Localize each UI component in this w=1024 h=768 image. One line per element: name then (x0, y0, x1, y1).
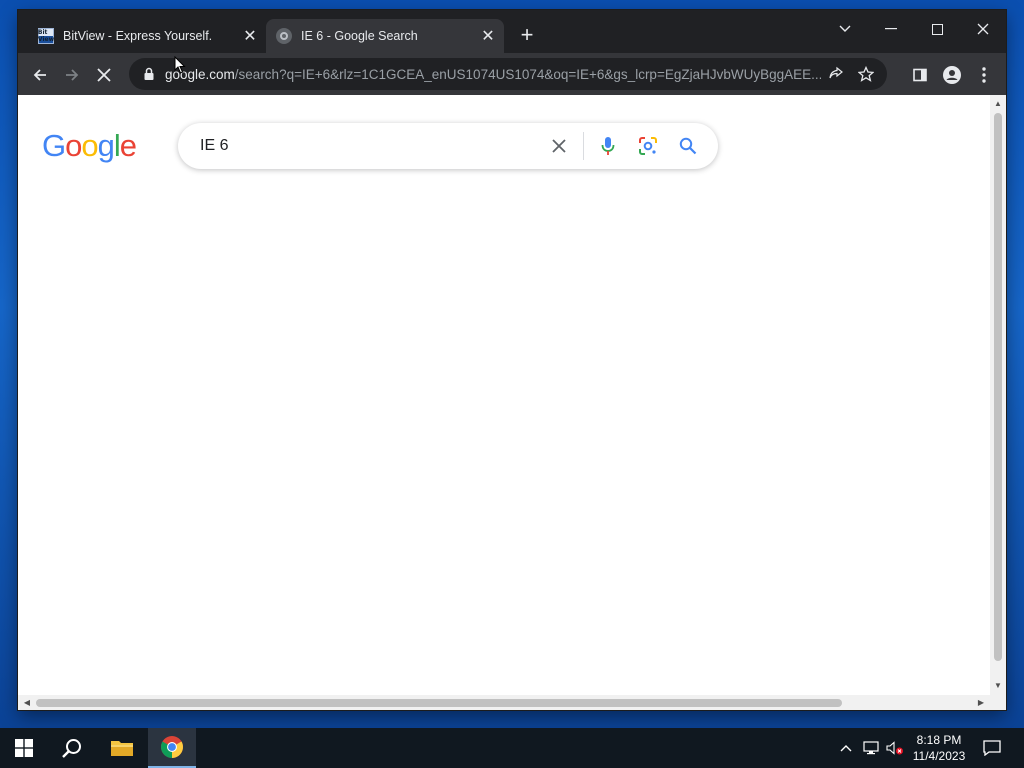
scroll-down-arrow-icon[interactable]: ▼ (990, 679, 1006, 693)
logo-letter: o (65, 128, 82, 163)
logo-letter: o (81, 128, 98, 163)
search-divider (583, 132, 584, 160)
clock[interactable]: 8:18 PM 11/4/2023 (908, 728, 970, 768)
horizontal-scrollbar[interactable]: ◀ ▶ (18, 695, 1006, 710)
tab-close-icon[interactable]: ✕ (478, 26, 498, 46)
chrome-taskbar-button[interactable] (148, 728, 196, 768)
side-panel-icon[interactable] (906, 61, 934, 89)
file-explorer-button[interactable] (98, 728, 146, 768)
logo-letter: G (42, 128, 66, 163)
profile-avatar-icon[interactable] (938, 61, 966, 89)
tab-search-button[interactable] (822, 14, 868, 44)
back-button[interactable] (26, 61, 54, 89)
stop-loading-button[interactable] (90, 61, 118, 89)
horizontal-scroll-thumb[interactable] (36, 699, 842, 707)
new-tab-button[interactable]: + (516, 24, 538, 47)
network-icon[interactable] (860, 728, 882, 768)
menu-kebab-icon[interactable] (970, 61, 998, 89)
bitview-icon: Bit View (37, 28, 55, 44)
show-hidden-icons-chevron-icon[interactable] (836, 728, 856, 768)
tab-strip: Bit View BitView - Express Yourself. ✕ I… (18, 10, 1006, 53)
tab-title: BitView - Express Yourself. (63, 29, 213, 43)
tab-close-icon[interactable]: ✕ (240, 26, 260, 46)
maximize-button[interactable] (914, 14, 960, 44)
url-path: /search?q=IE+6&rlz=1C1GCEA_enUS1074US107… (234, 66, 821, 82)
loading-google-icon (276, 28, 292, 44)
forward-button[interactable] (58, 61, 86, 89)
tab-google-search[interactable]: IE 6 - Google Search ✕ (266, 19, 504, 53)
scroll-right-arrow-icon[interactable]: ▶ (974, 695, 988, 710)
address-bar[interactable]: google.com/search?q=IE+6&rlz=1C1GCEA_enU… (129, 58, 887, 90)
search-submit-icon[interactable] (668, 126, 708, 166)
chrome-icon (161, 736, 183, 758)
volume-muted-icon[interactable] (884, 728, 906, 768)
browser-window: Bit View BitView - Express Yourself. ✕ I… (18, 10, 1006, 710)
bookmark-star-icon[interactable] (851, 60, 881, 88)
voice-search-icon[interactable] (588, 126, 628, 166)
windows-taskbar: 8:18 PM 11/4/2023 (0, 728, 1024, 768)
taskbar-search-button[interactable] (48, 728, 96, 768)
vertical-scroll-thumb[interactable] (994, 113, 1002, 661)
google-lens-icon[interactable] (628, 126, 668, 166)
share-icon[interactable] (821, 60, 851, 88)
clock-time: 8:18 PM (916, 733, 962, 747)
search-icon (62, 739, 81, 758)
google-logo[interactable]: Google (42, 128, 137, 164)
search-box[interactable] (178, 123, 718, 169)
mouse-cursor-icon (174, 56, 186, 74)
logo-letter: e (119, 128, 137, 163)
lock-icon (144, 67, 154, 80)
tab-bitview[interactable]: Bit View BitView - Express Yourself. ✕ (28, 19, 266, 53)
page-content: Google (18, 95, 990, 695)
clear-search-icon[interactable] (539, 126, 579, 166)
notification-icon (983, 740, 1001, 756)
clock-date: 11/4/2023 (912, 749, 966, 763)
close-window-button[interactable] (960, 14, 1006, 44)
windows-logo-icon (15, 739, 33, 757)
search-input[interactable] (200, 137, 539, 155)
vertical-scrollbar[interactable]: ▲ ▼ (990, 95, 1006, 695)
scroll-left-arrow-icon[interactable]: ◀ (20, 695, 34, 710)
action-center-button[interactable] (976, 728, 1008, 768)
folder-icon (111, 741, 133, 756)
scroll-up-arrow-icon[interactable]: ▲ (990, 97, 1006, 111)
start-button[interactable] (0, 728, 48, 768)
tab-title: IE 6 - Google Search (301, 29, 418, 43)
minimize-button[interactable] (868, 14, 914, 44)
url-text[interactable]: google.com/search?q=IE+6&rlz=1C1GCEA_enU… (165, 67, 821, 82)
browser-toolbar: google.com/search?q=IE+6&rlz=1C1GCEA_enU… (18, 53, 1006, 95)
logo-letter: g (97, 128, 115, 163)
